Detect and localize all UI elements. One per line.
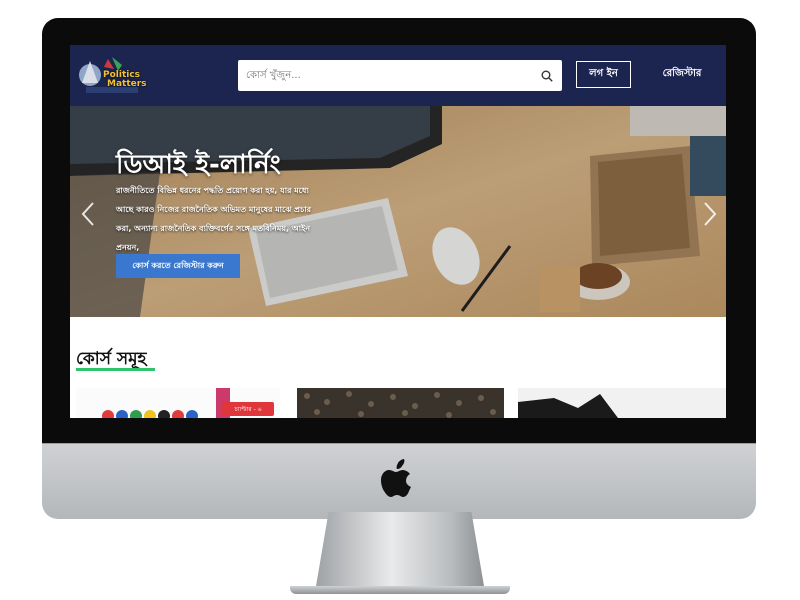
hero-slider: ডিআই ই-লার্নিং রাজনীতিতে বিভিন্ন ধরনের প… xyxy=(70,106,726,317)
chevron-right-icon[interactable] xyxy=(702,201,718,227)
hero-description: রাজনীতিতে বিভিন্ন ধরনের পদ্ধতি প্রয়োগ ক… xyxy=(116,186,312,252)
search-bar xyxy=(238,60,562,91)
course-card[interactable]: চ্যাপ্টার - ৬ xyxy=(76,388,280,418)
apple-logo-icon xyxy=(381,459,411,497)
register-button[interactable]: রেজিস্টার xyxy=(652,61,712,88)
monitor-stand xyxy=(315,512,485,592)
monitor-foot xyxy=(290,586,510,594)
screen: Politics Matters লগ ইন রেজিস্টার xyxy=(70,45,726,418)
login-button[interactable]: লগ ইন xyxy=(576,61,631,88)
heading-underline xyxy=(76,368,155,371)
course-thumbnail xyxy=(297,388,504,418)
chevron-left-icon[interactable] xyxy=(80,201,96,227)
search-icon[interactable] xyxy=(541,70,553,82)
register-course-button[interactable]: কোর্স করতে রেজিস্টার করুন xyxy=(116,254,240,278)
search-input[interactable] xyxy=(246,60,536,91)
course-card[interactable] xyxy=(297,388,504,418)
monitor-chin xyxy=(42,443,756,519)
course-card[interactable] xyxy=(518,388,726,418)
course-thumbnail xyxy=(518,388,726,418)
logo-text: Politics Matters xyxy=(103,70,147,89)
chapter-badge: চ্যাপ্টার - ৬ xyxy=(222,402,274,416)
site-logo[interactable]: Politics Matters xyxy=(78,53,147,97)
top-navbar: Politics Matters লগ ইন রেজিস্টার xyxy=(70,45,726,106)
